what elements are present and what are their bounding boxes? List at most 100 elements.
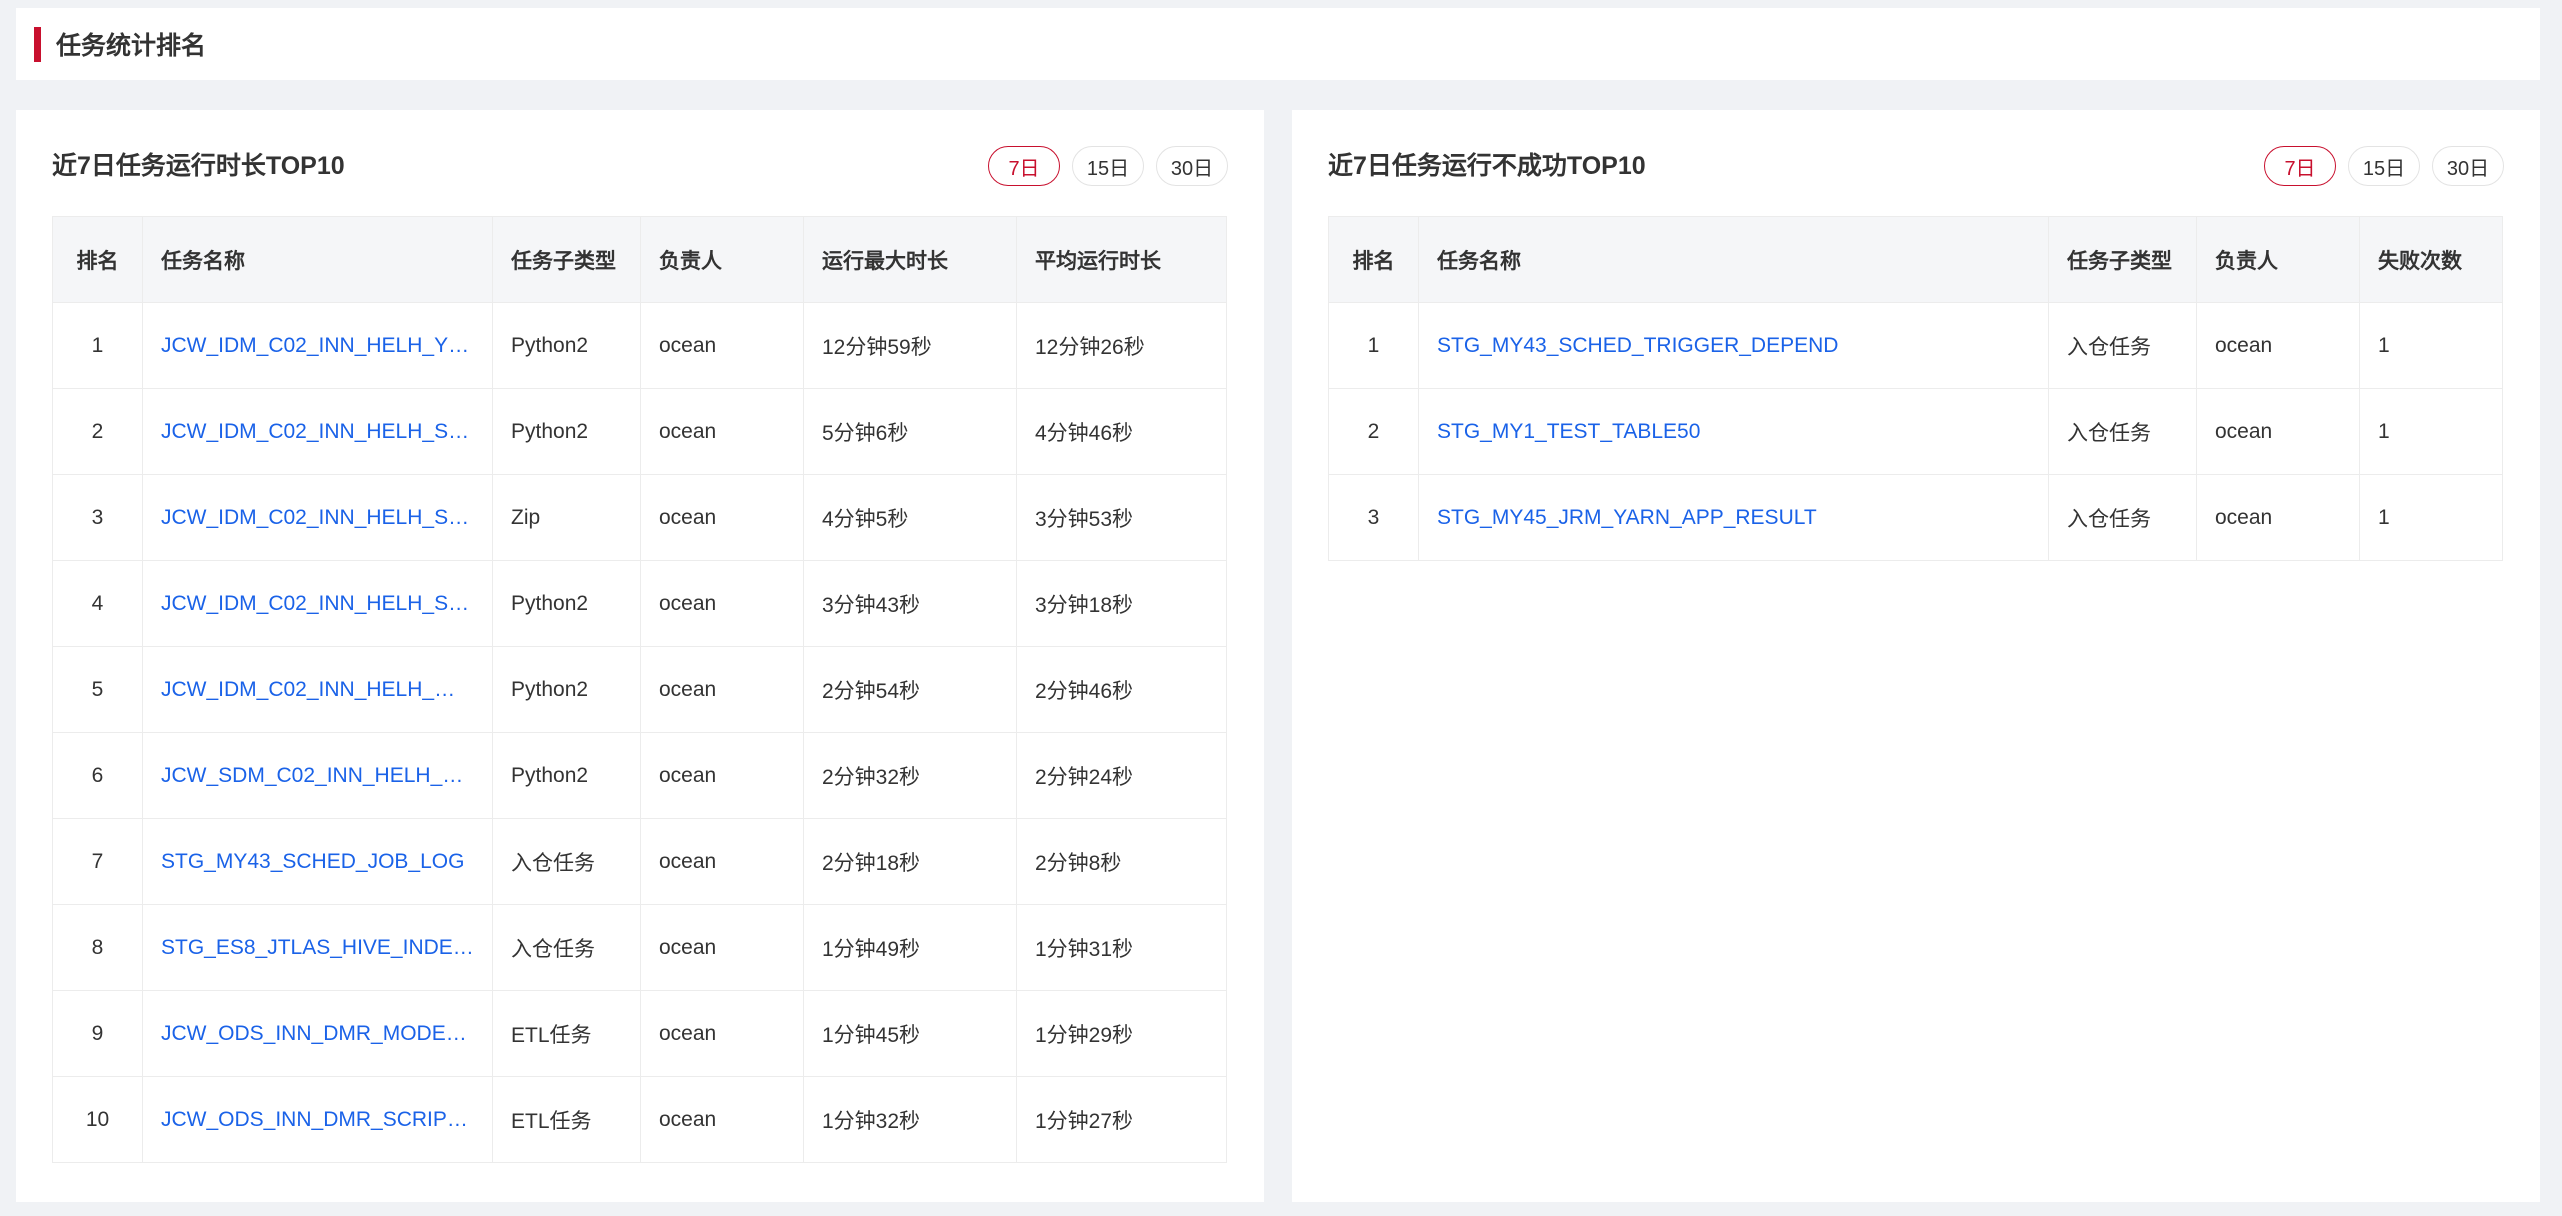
rank-cell: 4 — [52, 560, 143, 647]
duration-range-7d-button[interactable]: 7日 — [988, 146, 1060, 186]
task-name-cell: STG_ES8_JTLAS_HIVE_INDE… — [142, 904, 493, 991]
owner-cell: ocean — [640, 990, 804, 1077]
failure-range-30d-button[interactable]: 30日 — [2432, 146, 2504, 186]
column-header-task-name: 任务名称 — [142, 216, 493, 303]
avg-duration-cell: 3分钟18秒 — [1016, 560, 1227, 647]
subtype-cell: 入仓任务 — [2048, 474, 2197, 561]
max-duration-cell: 12分钟59秒 — [803, 302, 1017, 389]
duration-range-15d-button[interactable]: 15日 — [1072, 146, 1144, 186]
duration-range-selector: 7日 15日 30日 — [988, 146, 1228, 186]
failure-top10-panel: 近7日任务运行不成功TOP10 7日 15日 30日 排名 任务名称 任务子类型… — [1292, 110, 2540, 1202]
table-row: 10 JCW_ODS_INN_DMR_SCRIP… ETL任务 ocean 1分钟32秒… — [52, 1076, 1227, 1163]
rank-cell: 9 — [52, 990, 143, 1077]
table-row: 8 STG_ES8_JTLAS_HIVE_INDE… 入仓任务 ocean 1分钟49秒… — [52, 904, 1227, 991]
task-name-cell: JCW_IDM_C02_INN_HELH_… — [142, 646, 493, 733]
subtype-cell: 入仓任务 — [492, 818, 641, 905]
owner-cell: ocean — [2196, 388, 2360, 475]
table-row: 2 JCW_IDM_C02_INN_HELH_S… Python2 ocean 5分钟6… — [52, 388, 1227, 475]
owner-cell: ocean — [640, 818, 804, 905]
max-duration-cell: 5分钟6秒 — [803, 388, 1017, 475]
rank-cell: 1 — [52, 302, 143, 389]
rank-cell: 7 — [52, 818, 143, 905]
subtype-cell: Python2 — [492, 646, 641, 733]
table-row: 4 JCW_IDM_C02_INN_HELH_S… Python2 ocean 3分钟4… — [52, 560, 1227, 647]
subtype-cell: 入仓任务 — [492, 904, 641, 991]
section-header: 任务统计排名 — [16, 8, 2540, 80]
max-duration-cell: 2分钟54秒 — [803, 646, 1017, 733]
subtype-cell: 入仓任务 — [2048, 302, 2197, 389]
duration-table: 排名 任务名称 任务子类型 负责人 运行最大时长 平均运行时长 1 JCW_IDM… — [52, 216, 1227, 1163]
max-duration-cell: 3分钟43秒 — [803, 560, 1017, 647]
owner-cell: ocean — [640, 1076, 804, 1163]
column-header-subtype: 任务子类型 — [2048, 216, 2197, 303]
failure-range-15d-button[interactable]: 15日 — [2348, 146, 2420, 186]
owner-cell: ocean — [2196, 302, 2360, 389]
task-name-link[interactable]: STG_MY43_SCHED_JOB_LOG — [161, 850, 464, 873]
subtype-cell: ETL任务 — [492, 1076, 641, 1163]
task-name-cell: STG_MY45_JRM_YARN_APP_RESULT — [1418, 474, 2049, 561]
task-name-link[interactable]: STG_MY43_SCHED_TRIGGER_DEPEND — [1437, 334, 1838, 357]
failure-panel-title: 近7日任务运行不成功TOP10 — [1328, 152, 1646, 180]
column-header-owner: 负责人 — [2196, 216, 2360, 303]
task-name-link[interactable]: JCW_ODS_INN_DMR_MODE… — [161, 1022, 467, 1045]
rank-cell: 3 — [52, 474, 143, 561]
task-name-cell: JCW_IDM_C02_INN_HELH_S… — [142, 474, 493, 561]
rank-cell: 6 — [52, 732, 143, 819]
task-name-link[interactable]: JCW_IDM_C02_INN_HELH_S… — [161, 420, 469, 443]
max-duration-cell: 2分钟18秒 — [803, 818, 1017, 905]
table-row: 9 JCW_ODS_INN_DMR_MODE… ETL任务 ocean 1分钟45秒 1分… — [52, 990, 1227, 1077]
rank-cell: 5 — [52, 646, 143, 733]
table-row: 1 JCW_IDM_C02_INN_HELH_Y… Python2 ocean 12分钟… — [52, 302, 1227, 389]
task-name-cell: JCW_IDM_C02_INN_HELH_S… — [142, 388, 493, 475]
duration-top10-panel: 近7日任务运行时长TOP10 7日 15日 30日 排名 任务名称 任务子类型 … — [16, 110, 1264, 1202]
table-header-row: 排名 任务名称 任务子类型 负责人 运行最大时长 平均运行时长 — [52, 216, 1227, 303]
failure-count-cell: 1 — [2359, 388, 2503, 475]
rank-cell: 3 — [1328, 474, 1419, 561]
avg-duration-cell: 3分钟53秒 — [1016, 474, 1227, 561]
rank-cell: 2 — [52, 388, 143, 475]
rank-cell: 2 — [1328, 388, 1419, 475]
subtype-cell: Zip — [492, 474, 641, 561]
column-header-failure-count: 失败次数 — [2359, 216, 2503, 303]
task-name-link[interactable]: JCW_IDM_C02_INN_HELH_S… — [161, 506, 469, 529]
task-name-link[interactable]: STG_ES8_JTLAS_HIVE_INDE… — [161, 936, 474, 959]
subtype-cell: Python2 — [492, 560, 641, 647]
table-row: 3 JCW_IDM_C02_INN_HELH_S… Zip ocean 4分钟5秒 3分钟… — [52, 474, 1227, 561]
column-header-owner: 负责人 — [640, 216, 804, 303]
subtype-cell: Python2 — [492, 388, 641, 475]
max-duration-cell: 1分钟49秒 — [803, 904, 1017, 991]
task-name-cell: JCW_SDM_C02_INN_HELH_… — [142, 732, 493, 819]
duration-range-30d-button[interactable]: 30日 — [1156, 146, 1228, 186]
task-name-link[interactable]: JCW_IDM_C02_INN_HELH_Y… — [161, 334, 469, 357]
failure-count-cell: 1 — [2359, 474, 2503, 561]
task-name-link[interactable]: JCW_IDM_C02_INN_HELH_S… — [161, 592, 469, 615]
avg-duration-cell: 1分钟31秒 — [1016, 904, 1227, 991]
column-header-task-name: 任务名称 — [1418, 216, 2049, 303]
owner-cell: ocean — [640, 388, 804, 475]
avg-duration-cell: 1分钟27秒 — [1016, 1076, 1227, 1163]
task-name-cell: JCW_IDM_C02_INN_HELH_S… — [142, 560, 493, 647]
subtype-cell: Python2 — [492, 732, 641, 819]
owner-cell: ocean — [640, 474, 804, 561]
subtype-cell: 入仓任务 — [2048, 388, 2197, 475]
task-name-cell: JCW_IDM_C02_INN_HELH_Y… — [142, 302, 493, 389]
task-name-link[interactable]: JCW_ODS_INN_DMR_SCRIP… — [161, 1108, 468, 1131]
owner-cell: ocean — [640, 732, 804, 819]
failure-count-cell: 1 — [2359, 302, 2503, 389]
duration-panel-title: 近7日任务运行时长TOP10 — [52, 152, 345, 180]
column-header-rank: 排名 — [1328, 216, 1419, 303]
task-name-link[interactable]: JCW_SDM_C02_INN_HELH_… — [161, 764, 463, 787]
max-duration-cell: 1分钟32秒 — [803, 1076, 1017, 1163]
owner-cell: ocean — [640, 646, 804, 733]
failure-range-selector: 7日 15日 30日 — [2264, 146, 2504, 186]
column-header-max-duration: 运行最大时长 — [803, 216, 1017, 303]
failure-range-7d-button[interactable]: 7日 — [2264, 146, 2336, 186]
section-title: 任务统计排名 — [56, 32, 207, 60]
task-name-cell: JCW_ODS_INN_DMR_SCRIP… — [142, 1076, 493, 1163]
task-name-link[interactable]: STG_MY1_TEST_TABLE50 — [1437, 420, 1700, 443]
owner-cell: ocean — [640, 560, 804, 647]
task-name-link[interactable]: STG_MY45_JRM_YARN_APP_RESULT — [1437, 506, 1817, 529]
task-name-link[interactable]: JCW_IDM_C02_INN_HELH_… — [161, 678, 455, 701]
subtype-cell: ETL任务 — [492, 990, 641, 1077]
avg-duration-cell: 1分钟29秒 — [1016, 990, 1227, 1077]
